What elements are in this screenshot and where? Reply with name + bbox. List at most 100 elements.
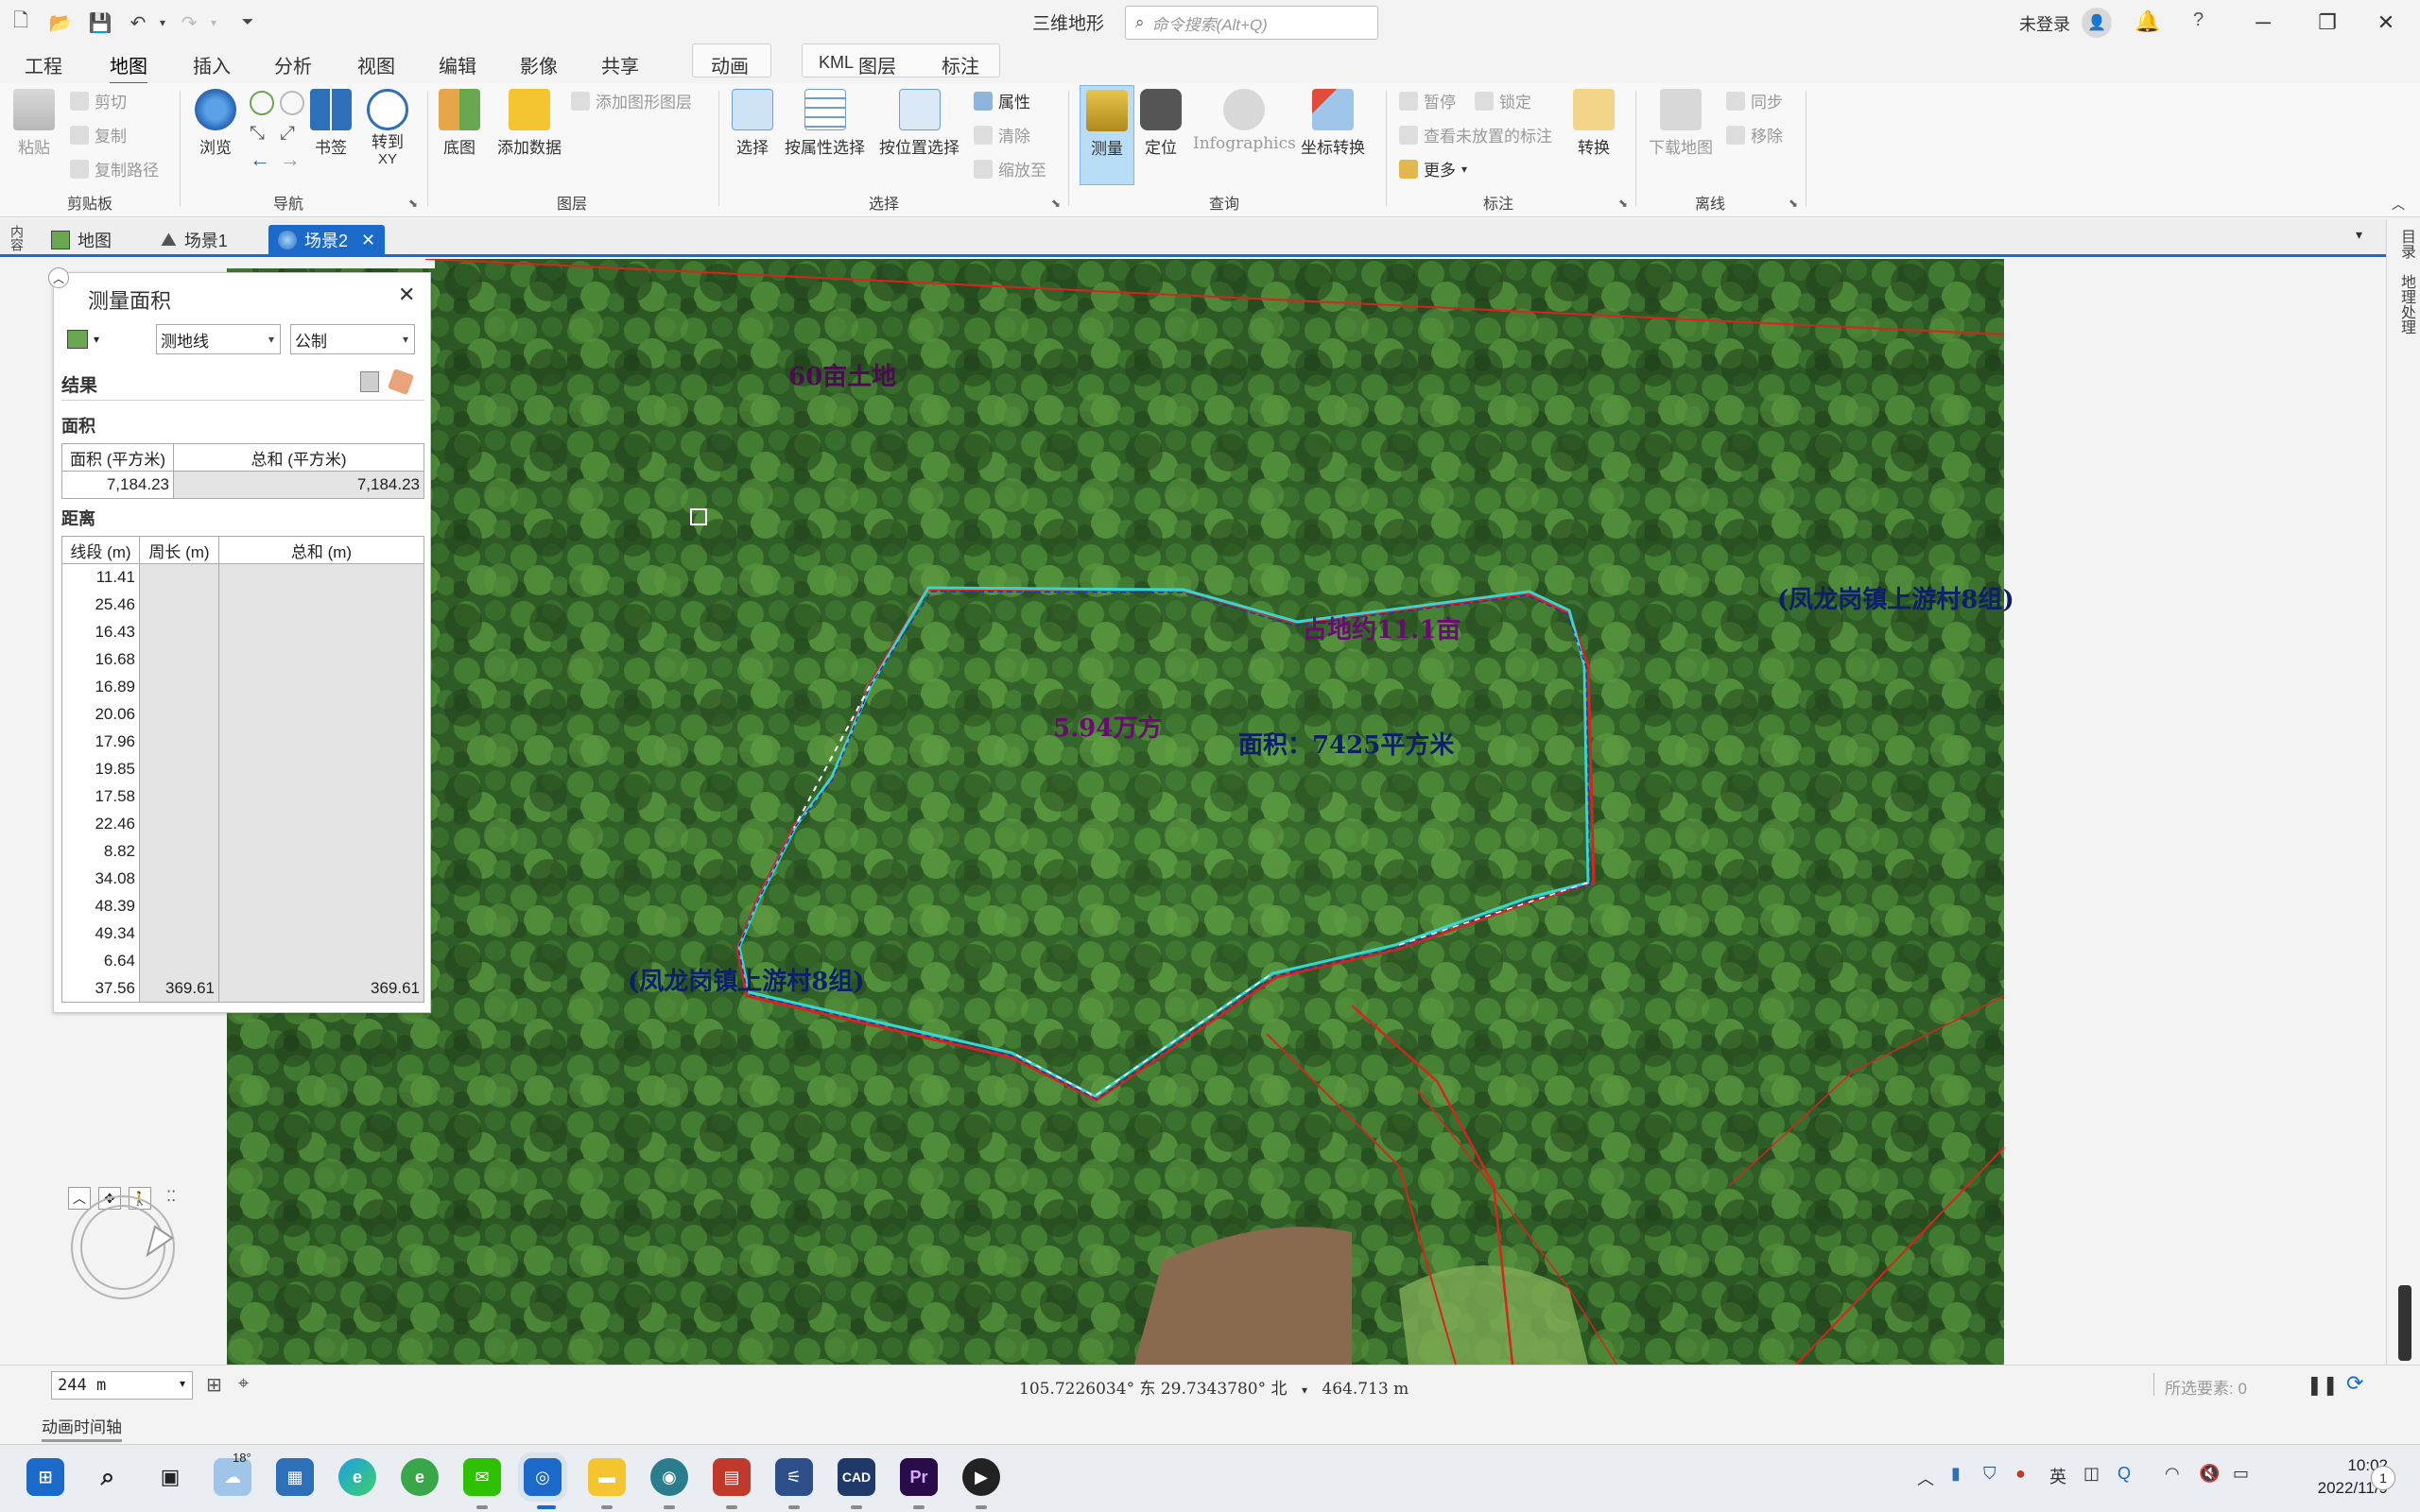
help-button[interactable]: ? bbox=[2193, 9, 2204, 31]
tray-app-icon[interactable]: ◫ bbox=[2083, 1464, 2100, 1484]
command-search-input[interactable]: ⌕ 命令搜索(Alt+Q) bbox=[1125, 6, 1378, 40]
measure-mode-dropdown[interactable]: ▾ bbox=[67, 326, 114, 352]
select-by-attributes-button[interactable]: 按属性选择 bbox=[785, 89, 865, 158]
login-status[interactable]: 未登录 bbox=[2019, 11, 2070, 36]
explore-button[interactable]: 浏览 bbox=[195, 89, 236, 158]
side-handle[interactable] bbox=[2398, 1285, 2411, 1361]
collapse-panel-icon[interactable]: ︿ bbox=[48, 267, 69, 288]
next-extent-icon[interactable]: → bbox=[280, 147, 301, 172]
redo-dropdown-icon[interactable]: ▾ bbox=[200, 9, 227, 36]
scene-navigator[interactable] bbox=[57, 1181, 189, 1314]
notification-center-badge[interactable]: 1 bbox=[2371, 1466, 2395, 1490]
doc-tab-map[interactable]: 地图 bbox=[42, 225, 121, 255]
pause-labeling-button[interactable]: 暂停 bbox=[1399, 89, 1456, 112]
edge-browser-icon[interactable]: e bbox=[338, 1458, 376, 1496]
dialog-launcher-icon[interactable]: ⬊ bbox=[1789, 197, 1798, 210]
globe-app-icon[interactable]: ◉ bbox=[650, 1458, 688, 1496]
tab-kml[interactable]: KML bbox=[819, 53, 854, 73]
catalog-pane-tab[interactable]: 目录 bbox=[2394, 229, 2417, 259]
collapse-ribbon-icon[interactable]: ︿ bbox=[2392, 195, 2405, 214]
notification-bell-icon[interactable]: 🔔 bbox=[2135, 9, 2160, 34]
navigator-compass-icon[interactable] bbox=[57, 1181, 189, 1314]
file-explorer-icon[interactable]: ▬ bbox=[588, 1458, 626, 1496]
grid-snap-icon[interactable]: ⊞ bbox=[206, 1373, 222, 1397]
open-project-icon[interactable]: 📂 bbox=[47, 9, 74, 36]
close-window-button[interactable]: ✕ bbox=[2360, 4, 2412, 42]
contents-pane-tab[interactable]: 内容 bbox=[8, 225, 26, 251]
tab-project[interactable]: 工程 bbox=[25, 51, 62, 78]
convert-labels-button[interactable]: 转换 bbox=[1573, 89, 1615, 158]
zoom-in-fixed-icon[interactable]: ⤡ bbox=[250, 123, 265, 145]
more-labeling-button[interactable]: 更多 ▾ bbox=[1399, 157, 1467, 180]
lock-labeling-button[interactable]: 锁定 bbox=[1475, 89, 1531, 112]
infographics-button[interactable]: Infographics bbox=[1193, 89, 1296, 153]
select-button[interactable]: 选择 bbox=[732, 89, 773, 158]
attributes-button[interactable]: 属性 bbox=[974, 89, 1030, 112]
snapping-icon[interactable]: ⌖ bbox=[238, 1373, 249, 1395]
save-icon[interactable]: 💾 bbox=[87, 9, 113, 36]
coordinate-format-dropdown-icon[interactable]: ▾ bbox=[1302, 1383, 1307, 1397]
add-data-button[interactable]: 添加数据 bbox=[497, 89, 562, 158]
measure-type-select[interactable]: 测地线 bbox=[156, 324, 281, 354]
app-icon[interactable]: ⚟ bbox=[775, 1458, 813, 1496]
tab-animation[interactable]: 动画 bbox=[711, 51, 749, 78]
view-unplaced-labels-button[interactable]: 查看未放置的标注 bbox=[1399, 123, 1552, 146]
download-map-button[interactable]: 下载地图 bbox=[1649, 89, 1713, 158]
input-method-icon[interactable]: 英 bbox=[2049, 1464, 2066, 1488]
dialog-launcher-icon[interactable]: ⬊ bbox=[1051, 197, 1061, 210]
fixed-zoom-icon[interactable] bbox=[280, 91, 304, 115]
browser-icon[interactable]: e bbox=[401, 1458, 439, 1496]
measure-button[interactable]: 测量 bbox=[1080, 85, 1134, 185]
wechat-icon[interactable]: ✉ bbox=[463, 1458, 501, 1496]
wifi-icon[interactable]: ◠ bbox=[2165, 1464, 2180, 1484]
basemap-button[interactable]: 底图 bbox=[439, 89, 480, 158]
tray-app-icon[interactable]: ● bbox=[2015, 1464, 2026, 1484]
premiere-pro-icon[interactable]: Pr bbox=[900, 1458, 938, 1496]
navigation-arrows[interactable]: ⤡ ⤢ ← → bbox=[250, 91, 306, 171]
copy-path-button[interactable]: 复制路径 bbox=[70, 157, 159, 180]
scale-selector[interactable]: 244 m bbox=[51, 1371, 193, 1400]
battery-icon[interactable]: ▭ bbox=[2233, 1464, 2249, 1484]
media-player-icon[interactable]: ▶ bbox=[962, 1458, 1000, 1496]
customize-toolbar-icon[interactable]: ⏷ bbox=[234, 9, 261, 36]
full-extent-icon[interactable] bbox=[250, 91, 274, 115]
tab-share[interactable]: 共享 bbox=[601, 51, 639, 78]
tab-analysis[interactable]: 分析 bbox=[274, 51, 312, 78]
app-icon[interactable]: ▤ bbox=[713, 1458, 751, 1496]
tab-imagery[interactable]: 影像 bbox=[520, 51, 558, 78]
dialog-launcher-icon[interactable]: ⬊ bbox=[1618, 197, 1628, 210]
search-icon[interactable]: ⌕ bbox=[89, 1458, 127, 1496]
volume-muted-icon[interactable]: 🔇 bbox=[2199, 1464, 2220, 1484]
tab-labeling[interactable]: 标注 bbox=[942, 51, 979, 78]
start-menu-icon[interactable]: ⊞ bbox=[26, 1458, 64, 1496]
user-avatar-icon[interactable]: 👤 bbox=[2082, 8, 2112, 38]
zoom-to-selection-button[interactable]: 缩放至 bbox=[974, 157, 1046, 180]
close-tab-icon[interactable]: ✕ bbox=[361, 231, 375, 250]
doc-tab-scene1[interactable]: ⛰ 场景1 bbox=[151, 225, 237, 255]
close-panel-button[interactable]: ✕ bbox=[398, 283, 415, 307]
locate-button[interactable]: 定位 bbox=[1140, 89, 1182, 158]
remove-button[interactable]: 移除 bbox=[1726, 123, 1783, 146]
new-project-icon[interactable]: 🗋 bbox=[8, 9, 34, 36]
tray-app-icon[interactable]: ▮ bbox=[1951, 1464, 1961, 1484]
bookmarks-button[interactable]: 书签 bbox=[310, 89, 352, 158]
minimize-button[interactable]: ─ bbox=[2237, 4, 2290, 42]
cad-app-icon[interactable]: CAD bbox=[838, 1458, 875, 1496]
refresh-icon[interactable]: ⟳ bbox=[2346, 1371, 2363, 1396]
tab-list-dropdown-icon[interactable]: ▾ bbox=[2356, 227, 2362, 243]
tab-map[interactable]: 地图 bbox=[110, 51, 147, 85]
redo-icon[interactable]: ↷ bbox=[176, 9, 202, 36]
tab-edit[interactable]: 编辑 bbox=[439, 51, 476, 78]
cut-button[interactable]: 剪切 bbox=[70, 89, 127, 112]
store-icon[interactable]: ▦ bbox=[276, 1458, 314, 1496]
coordinate-conversion-button[interactable]: 坐标转换 bbox=[1301, 89, 1365, 158]
scene-map-view[interactable]: 60亩土地 占地约11.1亩 5.94万方 面积：7425平方米 (凤龙岗镇上游… bbox=[227, 259, 2193, 1365]
previous-extent-icon[interactable]: ← bbox=[250, 147, 270, 172]
arcgis-pro-icon[interactable]: ◎ bbox=[524, 1458, 562, 1496]
sync-button[interactable]: 同步 bbox=[1726, 89, 1783, 112]
unit-system-select[interactable]: 公制 bbox=[290, 324, 415, 354]
eraser-icon[interactable] bbox=[387, 368, 415, 396]
undo-icon[interactable]: ↶ bbox=[125, 9, 151, 36]
undo-dropdown-icon[interactable]: ▾ bbox=[149, 9, 176, 36]
add-graphics-layer-button[interactable]: 添加图形图层 bbox=[571, 89, 692, 112]
